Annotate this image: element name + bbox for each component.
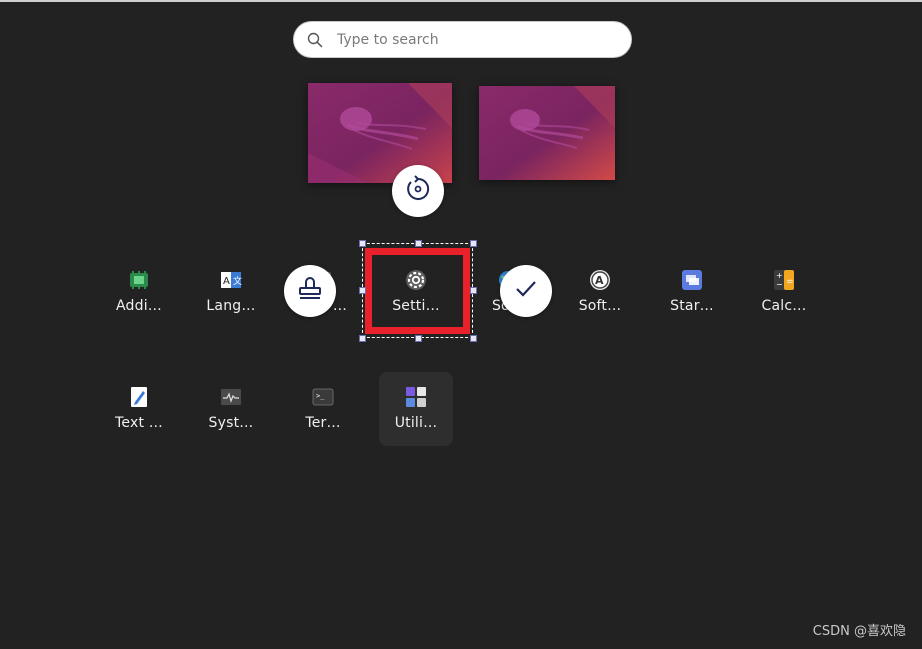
app-label: Star…	[670, 298, 714, 314]
app-system-monitor[interactable]: Syst…	[194, 372, 268, 446]
svg-text:A: A	[223, 276, 230, 287]
addons-icon	[128, 269, 150, 291]
app-label: Addi…	[116, 298, 162, 314]
calculator-icon: + − =	[773, 269, 795, 291]
app-overview-screen: Addi… A 文 Lang… … Setti…	[0, 0, 922, 649]
app-label: Utili…	[394, 415, 438, 431]
app-startup-disk[interactable]: Star…	[655, 255, 729, 329]
app-terminal[interactable]: >_ Ter…	[286, 372, 360, 446]
watermark: CSDN @喜欢隐	[812, 624, 906, 639]
app-label: Syst…	[208, 415, 254, 431]
svg-text:+: +	[776, 271, 783, 280]
top-border	[0, 0, 922, 2]
app-calculator[interactable]: + − = Calc…	[747, 255, 821, 329]
app-label: Calc…	[761, 298, 807, 314]
app-addons[interactable]: Addi…	[102, 255, 176, 329]
rotate-button[interactable]	[392, 165, 444, 217]
stamp-icon	[295, 274, 325, 308]
svg-text:>_: >_	[316, 392, 325, 400]
svg-text:A: A	[595, 274, 604, 287]
app-text-editor[interactable]: Text …	[102, 372, 176, 446]
checkmark-icon	[511, 274, 541, 308]
resize-handle[interactable]	[415, 335, 422, 342]
resize-handle[interactable]	[359, 240, 366, 247]
utilities-folder-icon	[405, 386, 427, 408]
search-icon	[307, 32, 323, 48]
app-label: …	[332, 298, 348, 314]
app-label: Ter…	[305, 415, 341, 431]
confirm-button[interactable]	[500, 265, 552, 317]
app-language[interactable]: A 文 Lang…	[194, 255, 268, 329]
svg-text:=: =	[786, 277, 794, 287]
system-monitor-icon	[220, 386, 242, 408]
language-icon: A 文	[220, 269, 242, 291]
app-label: Lang…	[206, 298, 256, 314]
terminal-icon: >_	[312, 386, 334, 408]
app-label: Soft…	[578, 298, 622, 314]
resize-handle[interactable]	[470, 335, 477, 342]
resize-handle[interactable]	[415, 240, 422, 247]
jellyfish-wallpaper	[479, 86, 615, 180]
app-software-updater[interactable]: A Soft…	[563, 255, 637, 329]
search-input[interactable]	[335, 30, 609, 49]
app-label: Text …	[115, 415, 163, 431]
resize-handle[interactable]	[359, 287, 366, 294]
rotate-icon	[403, 174, 433, 208]
resize-handle[interactable]	[470, 240, 477, 247]
workspace-thumbnail-2[interactable]	[479, 86, 615, 180]
svg-text:−: −	[776, 280, 783, 289]
startup-disk-icon	[681, 269, 703, 291]
stamp-button[interactable]	[284, 265, 336, 317]
selection-box[interactable]	[362, 243, 473, 338]
software-updater-icon: A	[589, 269, 611, 291]
svg-text:文: 文	[233, 275, 242, 287]
resize-handle[interactable]	[470, 287, 477, 294]
app-utilities-folder[interactable]: Utili…	[379, 372, 453, 446]
resize-handle[interactable]	[359, 335, 366, 342]
text-editor-icon	[128, 386, 150, 408]
search-bar[interactable]	[293, 21, 632, 58]
